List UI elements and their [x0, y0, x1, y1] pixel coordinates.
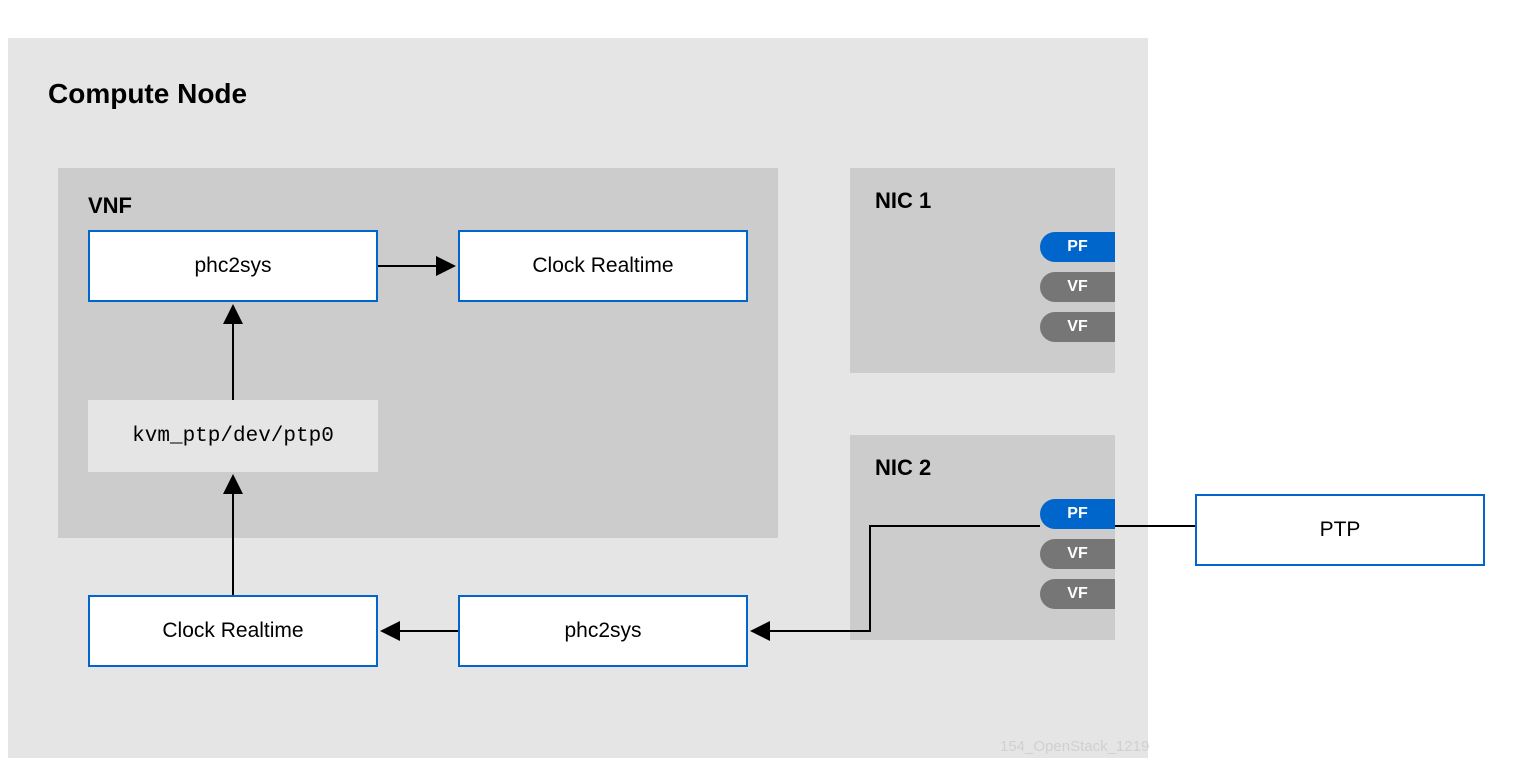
nic1-title: NIC 1	[875, 188, 1115, 214]
ptp-label: PTP	[1320, 518, 1361, 542]
clock-realtime-label-lower: Clock Realtime	[162, 619, 303, 643]
clock-realtime-box-lower: Clock Realtime	[88, 595, 378, 667]
nic1-container: NIC 1 PF VF VF	[850, 168, 1115, 373]
compute-node-title: Compute Node	[48, 78, 1108, 110]
phc2sys-label-vnf: phc2sys	[194, 254, 271, 278]
nic1-vf1-pill: VF	[1040, 272, 1115, 302]
nic2-vf2-pill: VF	[1040, 579, 1115, 609]
phc2sys-box-lower: phc2sys	[458, 595, 748, 667]
vnf-title: VNF	[88, 193, 748, 219]
nic2-pf-pill: PF	[1040, 499, 1115, 529]
kvm-ptp-label: kvm_ptp/dev/ptp0	[132, 425, 334, 448]
phc2sys-label-lower: phc2sys	[564, 619, 641, 643]
nic1-vf2-pill: VF	[1040, 312, 1115, 342]
clock-realtime-label-vnf: Clock Realtime	[532, 254, 673, 278]
nic2-container: NIC 2 PF VF VF	[850, 435, 1115, 640]
nic1-pf-pill: PF	[1040, 232, 1115, 262]
ptp-box: PTP	[1195, 494, 1485, 566]
nic2-vf1-pill: VF	[1040, 539, 1115, 569]
clock-realtime-box-vnf: Clock Realtime	[458, 230, 748, 302]
nic2-title: NIC 2	[875, 455, 1115, 481]
kvm-ptp-box: kvm_ptp/dev/ptp0	[88, 400, 378, 472]
vnf-container: VNF	[58, 168, 778, 538]
phc2sys-box-vnf: phc2sys	[88, 230, 378, 302]
watermark: 154_OpenStack_1219	[1000, 738, 1149, 755]
